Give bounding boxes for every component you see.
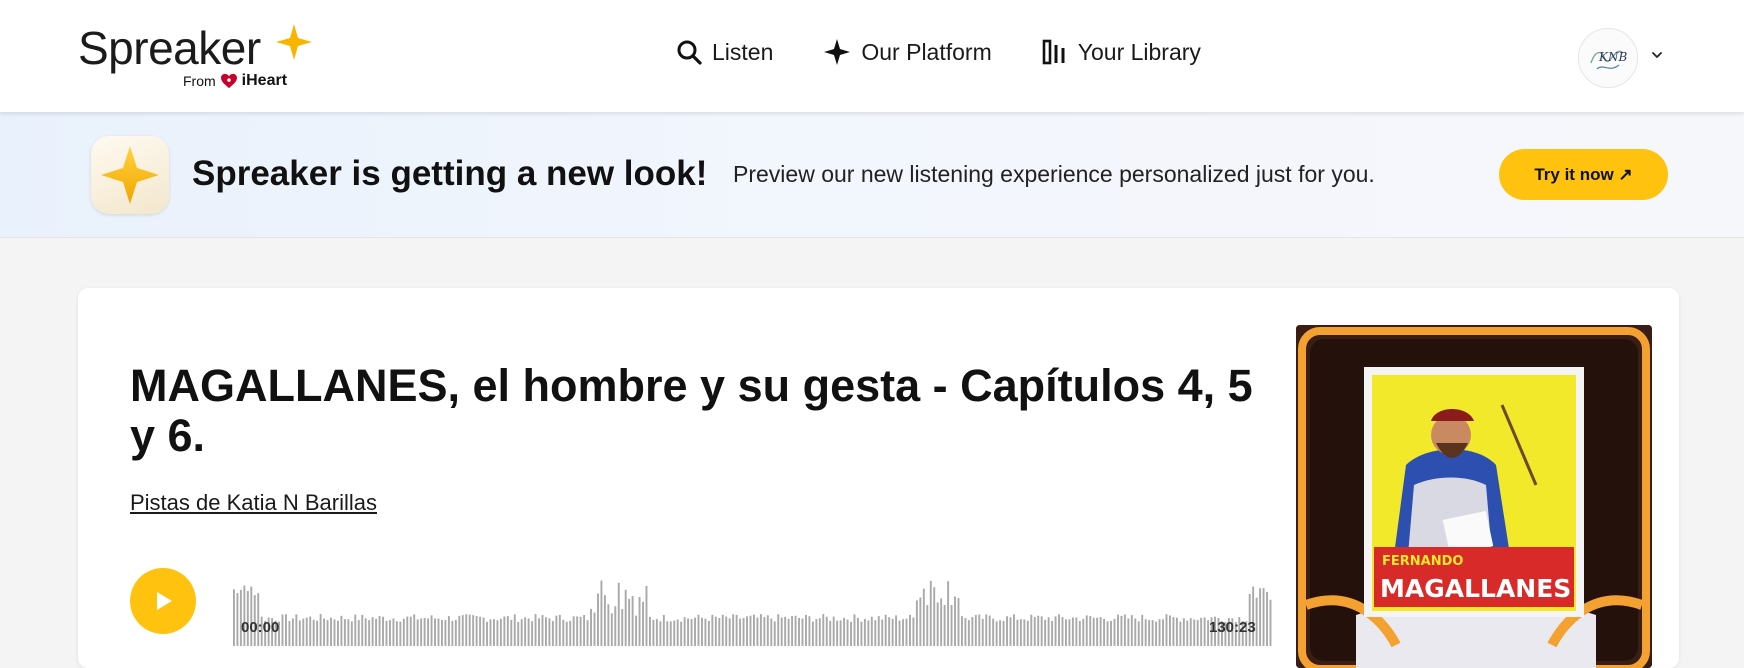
star-icon bbox=[824, 39, 851, 65]
logo-subline: From iHeart bbox=[183, 72, 287, 90]
top-navigation-bar: Spreaker From iHeart Listen Our Platform bbox=[0, 0, 1744, 112]
avatar-image: KNB bbox=[1579, 29, 1637, 87]
star-icon bbox=[101, 146, 159, 204]
logo-brand-text: iHeart bbox=[241, 72, 288, 89]
logo-star-icon bbox=[276, 24, 312, 60]
nav-item-your-library[interactable]: Your Library bbox=[1042, 39, 1201, 66]
show-link[interactable]: Pistas de Katia N Barillas bbox=[130, 490, 377, 516]
nav-item-label: Your Library bbox=[1077, 38, 1201, 65]
iheart-icon bbox=[220, 73, 237, 89]
nav-item-listen[interactable]: Listen bbox=[676, 39, 773, 66]
try-it-now-button[interactable]: Try it now ↗ bbox=[1499, 149, 1668, 200]
cover-image: FERNANDO MAGALLANES bbox=[1296, 325, 1652, 668]
new-look-banner: Spreaker is getting a new look! Preview … bbox=[0, 112, 1744, 238]
banner-subtitle: Preview our new listening experience per… bbox=[733, 161, 1375, 187]
play-button[interactable] bbox=[130, 568, 196, 634]
nav-item-our-platform[interactable]: Our Platform bbox=[823, 38, 992, 66]
banner-title: Spreaker is getting a new look! bbox=[192, 154, 708, 193]
play-icon bbox=[157, 592, 172, 610]
nav-item-label: Our Platform bbox=[861, 38, 992, 65]
chevron-down-icon[interactable] bbox=[1650, 48, 1664, 62]
episode-title: MAGALLANES, el hombre y su gesta - Capít… bbox=[130, 360, 1253, 461]
audio-waveform[interactable] bbox=[233, 568, 1273, 648]
current-time: 00:00 bbox=[241, 619, 280, 636]
svg-text:FERNANDO: FERNANDO bbox=[1382, 554, 1463, 569]
logo-wordmark: Spreaker bbox=[78, 22, 261, 74]
svg-text:KNB: KNB bbox=[1598, 50, 1627, 64]
nav-item-label: Listen bbox=[712, 38, 774, 65]
episode-cover-art[interactable]: FERNANDO MAGALLANES bbox=[1296, 325, 1652, 668]
logo-from-text: From bbox=[183, 73, 216, 89]
search-icon bbox=[677, 40, 702, 65]
episode-card: MAGALLANES, el hombre y su gesta - Capít… bbox=[78, 288, 1679, 668]
user-avatar[interactable]: KNB bbox=[1578, 28, 1638, 88]
spreaker-app-icon bbox=[91, 136, 169, 214]
total-duration: 130:23 bbox=[1209, 619, 1256, 636]
spreaker-logo[interactable]: Spreaker From iHeart bbox=[78, 22, 318, 92]
svg-text:MAGALLANES: MAGALLANES bbox=[1380, 574, 1571, 603]
main-nav: Listen Our Platform Your Library bbox=[676, 38, 1251, 66]
library-icon bbox=[1042, 39, 1065, 65]
